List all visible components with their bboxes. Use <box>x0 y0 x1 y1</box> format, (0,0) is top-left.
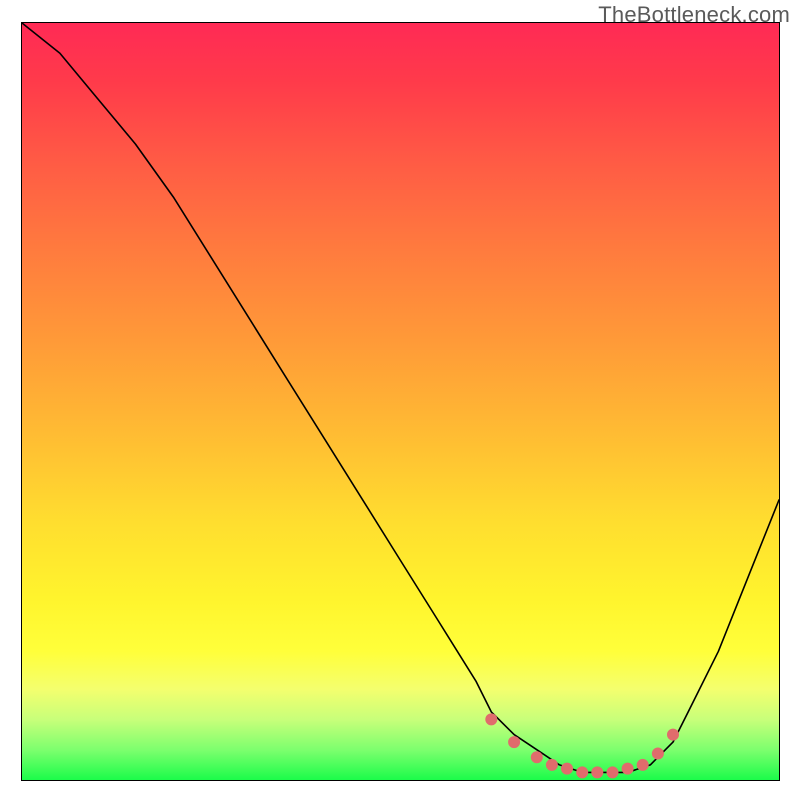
watermark-text: TheBottleneck.com <box>598 2 790 28</box>
marker-dot <box>486 714 497 725</box>
marker-dot <box>546 759 557 770</box>
marker-dot <box>577 767 588 778</box>
optimal-zone-markers <box>486 714 679 778</box>
bottleneck-chart: TheBottleneck.com <box>0 0 800 800</box>
marker-dot <box>668 729 679 740</box>
marker-dot <box>622 763 633 774</box>
marker-dot <box>652 748 663 759</box>
marker-dot <box>509 737 520 748</box>
bottleneck-curve-path <box>22 23 779 772</box>
marker-dot <box>592 767 603 778</box>
marker-dot <box>607 767 618 778</box>
marker-dot <box>637 759 648 770</box>
curve-layer <box>22 23 779 780</box>
marker-dot <box>562 763 573 774</box>
plot-area <box>21 22 780 781</box>
marker-dot <box>531 752 542 763</box>
